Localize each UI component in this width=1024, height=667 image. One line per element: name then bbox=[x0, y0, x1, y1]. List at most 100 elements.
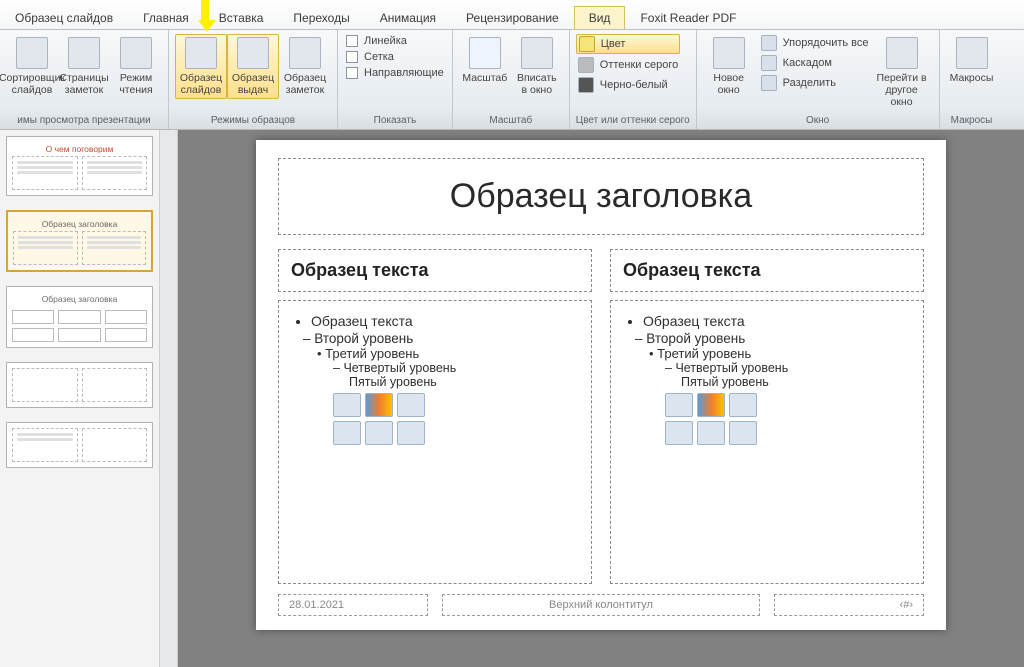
thumb-title: О чем поговорим bbox=[12, 142, 147, 156]
content-icons[interactable] bbox=[333, 393, 577, 445]
color-icon bbox=[579, 36, 595, 52]
blackwhite-button[interactable]: Черно-белый bbox=[576, 76, 680, 94]
scrollbar-gutter[interactable] bbox=[160, 130, 178, 667]
tab-slide-master[interactable]: Образец слайдов bbox=[0, 6, 128, 29]
work-area: О чем поговорим Образец заголовка Образе… bbox=[0, 130, 1024, 667]
grayscale-icon bbox=[578, 57, 594, 73]
reading-view-button[interactable]: Режимчтения bbox=[110, 34, 162, 99]
insert-chart-icon[interactable] bbox=[697, 393, 725, 417]
macros-button[interactable]: Макросы bbox=[946, 34, 998, 87]
content-col-left: Образец текста Образец текста Второй уро… bbox=[278, 249, 592, 584]
outline-lvl1: Образец текста bbox=[311, 311, 577, 331]
grid-checkbox[interactable]: Сетка bbox=[344, 50, 446, 64]
insert-table-icon[interactable] bbox=[333, 393, 361, 417]
outline-lvl1: Образец текста bbox=[643, 311, 909, 331]
tab-home[interactable]: Главная bbox=[128, 6, 204, 29]
thumb-5[interactable] bbox=[6, 422, 153, 468]
outline-lvl4: Четвертый уровень bbox=[293, 361, 577, 375]
outline-lvl3: Третий уровень bbox=[625, 346, 909, 361]
checkbox-icon bbox=[346, 67, 358, 79]
grayscale-button[interactable]: Оттенки серого bbox=[576, 56, 680, 74]
master-slide: Образец заголовка Образец текста Образец… bbox=[256, 140, 946, 630]
ribbon-tabs: Образец слайдов Главная Вставка Переходы… bbox=[0, 0, 1024, 30]
checkbox-icon bbox=[346, 35, 358, 47]
content-placeholder-right[interactable]: Образец текста Второй уровень Третий уро… bbox=[610, 300, 924, 584]
blackwhite-icon bbox=[578, 77, 594, 93]
content-col-right: Образец текста Образец текста Второй уро… bbox=[610, 249, 924, 584]
zoom-icon bbox=[469, 37, 501, 69]
text-heading-placeholder-left[interactable]: Образец текста bbox=[278, 249, 592, 292]
outline-lvl5: Пятый уровень bbox=[625, 375, 909, 389]
insert-media-icon[interactable] bbox=[397, 421, 425, 445]
fit-window-icon bbox=[521, 37, 553, 69]
group-title-zoom: Масштаб bbox=[459, 113, 563, 129]
tab-transitions[interactable]: Переходы bbox=[278, 6, 364, 29]
new-window-icon bbox=[713, 37, 745, 69]
cascade-button[interactable]: Каскадом bbox=[759, 54, 871, 72]
outline-lvl2: Второй уровень bbox=[293, 331, 577, 346]
content-icons[interactable] bbox=[665, 393, 909, 445]
group-zoom: Масштаб Вписатьв окно Масштаб bbox=[453, 30, 570, 129]
slide-number-placeholder[interactable]: ‹#› bbox=[774, 594, 924, 616]
ruler-checkbox[interactable]: Линейка bbox=[344, 34, 446, 48]
footer-placeholder[interactable]: Верхний колонтитул bbox=[442, 594, 760, 616]
tab-animation[interactable]: Анимация bbox=[365, 6, 451, 29]
group-title-show: Показать bbox=[344, 113, 446, 129]
thumbnails-panel: О чем поговорим Образец заголовка Образе… bbox=[0, 130, 160, 667]
group-window: Новоеокно Упорядочить все Каскадом Разде… bbox=[697, 30, 940, 129]
group-title-pres-views: имы просмотра презентации bbox=[6, 113, 162, 129]
thumb-1[interactable]: О чем поговорим bbox=[6, 136, 153, 196]
outline-lvl3: Третий уровень bbox=[293, 346, 577, 361]
new-window-button[interactable]: Новоеокно bbox=[703, 34, 755, 99]
slide-sorter-button[interactable]: Сортировщикслайдов bbox=[6, 34, 58, 99]
slide-stage: Образец заголовка Образец текста Образец… bbox=[178, 130, 1024, 667]
zoom-button[interactable]: Масштаб bbox=[459, 34, 511, 87]
tab-view[interactable]: Вид bbox=[574, 6, 626, 29]
arrange-all-button[interactable]: Упорядочить все bbox=[759, 34, 871, 52]
text-heading-placeholder-right[interactable]: Образец текста bbox=[610, 249, 924, 292]
notes-master-icon bbox=[289, 37, 321, 69]
tab-review[interactable]: Рецензирование bbox=[451, 6, 574, 29]
insert-smartart-icon[interactable] bbox=[397, 393, 425, 417]
split-icon bbox=[761, 75, 777, 91]
slide-master-button[interactable]: Образецслайдов bbox=[175, 34, 227, 99]
handout-master-button[interactable]: Образецвыдач bbox=[227, 34, 279, 99]
cascade-icon bbox=[761, 55, 777, 71]
footer-row: 28.01.2021 Верхний колонтитул ‹#› bbox=[278, 594, 924, 616]
insert-chart-icon[interactable] bbox=[365, 393, 393, 417]
group-master-views: Образецслайдов Образецвыдач Образецзамет… bbox=[169, 30, 338, 129]
notes-master-button[interactable]: Образецзаметок bbox=[279, 34, 331, 99]
arrange-all-icon bbox=[761, 35, 777, 51]
thumb-3[interactable]: Образец заголовка bbox=[6, 286, 153, 348]
handout-master-icon bbox=[237, 37, 269, 69]
color-button[interactable]: Цвет bbox=[576, 34, 680, 54]
notes-page-button[interactable]: Страницызаметок bbox=[58, 34, 110, 99]
tab-foxit[interactable]: Foxit Reader PDF bbox=[625, 6, 751, 29]
insert-clipart-icon[interactable] bbox=[697, 421, 725, 445]
content-row: Образец текста Образец текста Второй уро… bbox=[278, 249, 924, 584]
date-placeholder[interactable]: 28.01.2021 bbox=[278, 594, 428, 616]
insert-picture-icon[interactable] bbox=[665, 421, 693, 445]
insert-smartart-icon[interactable] bbox=[729, 393, 757, 417]
slide-sorter-icon bbox=[16, 37, 48, 69]
split-button[interactable]: Разделить bbox=[759, 74, 871, 92]
fit-window-button[interactable]: Вписатьв окно bbox=[511, 34, 563, 99]
group-title-window: Окно bbox=[703, 113, 933, 129]
title-placeholder[interactable]: Образец заголовка bbox=[278, 158, 924, 235]
group-title-master-views: Режимы образцов bbox=[175, 113, 331, 129]
notes-page-icon bbox=[68, 37, 100, 69]
macros-icon bbox=[956, 37, 988, 69]
group-title-color: Цвет или оттенки серого bbox=[576, 113, 690, 129]
content-placeholder-left[interactable]: Образец текста Второй уровень Третий уро… bbox=[278, 300, 592, 584]
insert-clipart-icon[interactable] bbox=[365, 421, 393, 445]
insert-media-icon[interactable] bbox=[729, 421, 757, 445]
insert-picture-icon[interactable] bbox=[333, 421, 361, 445]
insert-table-icon[interactable] bbox=[665, 393, 693, 417]
thumb-4[interactable] bbox=[6, 362, 153, 408]
thumb-2[interactable]: Образец заголовка bbox=[6, 210, 153, 272]
guides-checkbox[interactable]: Направляющие bbox=[344, 66, 446, 80]
group-macros: Макросы Макросы bbox=[940, 30, 1004, 129]
thumb-title: Образец заголовка bbox=[13, 217, 146, 231]
switch-window-button[interactable]: Перейти вдругое окно bbox=[871, 34, 933, 111]
slide-master-icon bbox=[185, 37, 217, 69]
